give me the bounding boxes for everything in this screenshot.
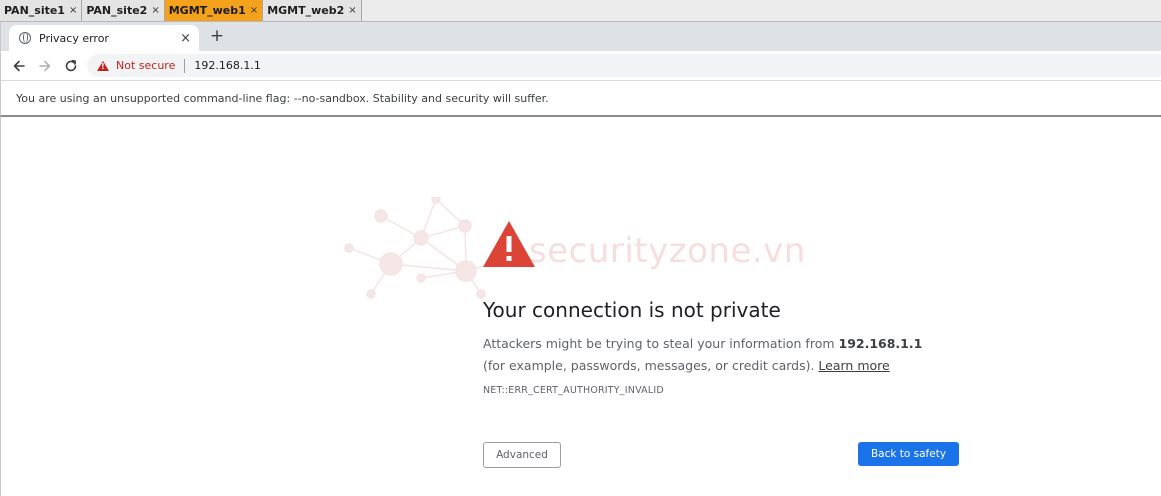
infobar-message: You are using an unsupported command-lin… xyxy=(16,91,549,105)
description-text: Attackers might be trying to steal your … xyxy=(483,336,839,351)
watermark-text: securityzone.vn xyxy=(529,231,806,271)
terminal-tab-pan-site1[interactable]: PAN_site1 × xyxy=(0,0,83,21)
learn-more-link[interactable]: Learn more xyxy=(818,358,889,373)
warning-icon[interactable] xyxy=(97,60,109,71)
forward-button[interactable] xyxy=(33,54,57,78)
close-icon[interactable]: × xyxy=(348,5,356,16)
new-tab-button[interactable]: + xyxy=(207,26,227,46)
description-text-cont: (for example, passwords, messages, or cr… xyxy=(483,358,819,373)
terminal-tab-label: MGMT_web2 xyxy=(267,4,345,17)
terminal-tab-label: PAN_site2 xyxy=(86,4,148,17)
forward-arrow-icon xyxy=(39,60,51,71)
page-content: securityzone.vn Your connection is not p… xyxy=(0,117,1161,496)
terminal-tab-mgmt-web1[interactable]: MGMT_web1 × xyxy=(164,0,264,21)
browser-tab-privacy-error[interactable]: Privacy error × xyxy=(9,25,199,51)
close-icon[interactable]: × xyxy=(180,31,191,46)
back-button[interactable] xyxy=(7,54,31,78)
back-arrow-icon xyxy=(13,60,25,71)
terminal-tab-bar: PAN_site1 × PAN_site2 × MGMT_web1 × MGMT… xyxy=(0,0,1161,22)
divider xyxy=(184,58,186,73)
address-bar[interactable]: Not secure 192.168.1.1 xyxy=(87,54,1161,77)
browser-toolbar: Not secure 192.168.1.1 xyxy=(0,51,1161,80)
host-name: 192.168.1.1 xyxy=(838,336,923,351)
terminal-tab-label: PAN_site1 xyxy=(4,4,65,17)
close-icon[interactable]: × xyxy=(250,5,258,16)
globe-icon xyxy=(19,32,31,44)
terminal-tab-label: MGMT_web1 xyxy=(168,4,246,17)
terminal-tab-mgmt-web2[interactable]: MGMT_web2 × xyxy=(263,0,362,21)
close-icon[interactable]: × xyxy=(151,5,159,16)
terminal-tab-pan-site2[interactable]: PAN_site2 × xyxy=(82,0,165,21)
error-description: Attackers might be trying to steal your … xyxy=(483,333,943,377)
warning-triangle-icon xyxy=(483,221,535,267)
advanced-button[interactable]: Advanced xyxy=(483,442,561,468)
security-status[interactable]: Not secure xyxy=(116,59,175,72)
page-title: Your connection is not private xyxy=(483,298,781,322)
infobar: You are using an unsupported command-lin… xyxy=(0,80,1161,117)
close-icon[interactable]: × xyxy=(69,5,77,16)
reload-button[interactable] xyxy=(59,54,83,78)
tab-title: Privacy error xyxy=(39,31,109,45)
error-code[interactable]: NET::ERR_CERT_AUTHORITY_INVALID xyxy=(483,385,664,396)
back-to-safety-button[interactable]: Back to safety xyxy=(858,442,959,466)
reload-icon xyxy=(65,59,77,71)
url-text[interactable]: 192.168.1.1 xyxy=(194,59,260,72)
browser-tab-strip: Privacy error × + xyxy=(0,22,1161,51)
